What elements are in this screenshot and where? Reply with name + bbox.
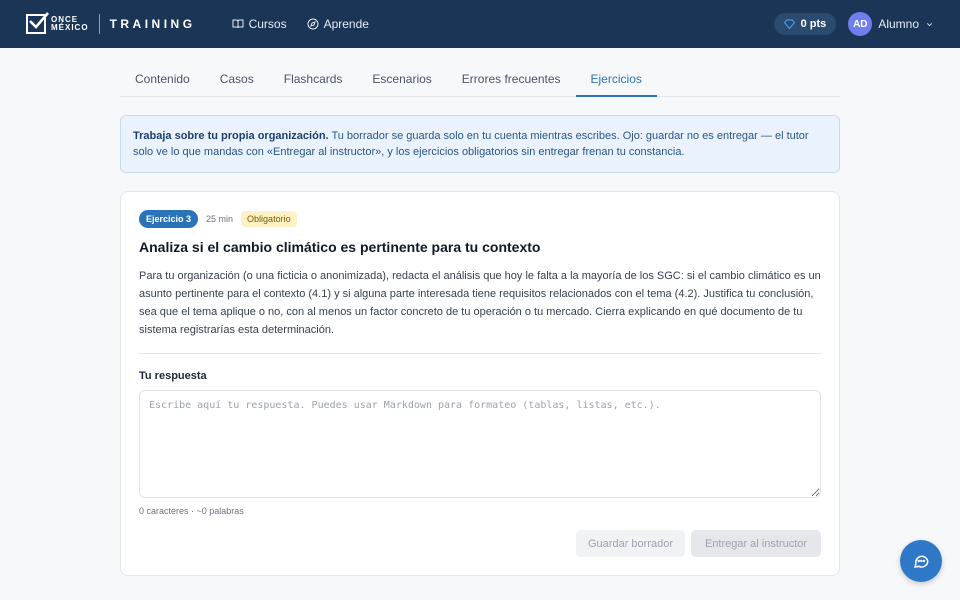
nav-courses-label: Cursos — [248, 17, 287, 31]
info-banner-strong: Trabaja sobre tu propia organización. — [133, 130, 329, 142]
chat-bubble-icon — [913, 555, 929, 568]
tab-errores-frecuentes[interactable]: Errores frecuentes — [447, 62, 576, 96]
tab-casos[interactable]: Casos — [205, 62, 269, 96]
brand-wordmark: ONCE MÉXICO — [51, 16, 89, 32]
check-box-icon — [26, 12, 49, 34]
chat-button[interactable] — [900, 540, 942, 582]
nav-courses[interactable]: Cursos — [232, 17, 287, 31]
exercise-card: Ejercicio 3 25 min Obligatorio Analiza s… — [120, 191, 840, 576]
submit-to-instructor-button[interactable]: Entregar al instructor — [691, 530, 821, 557]
answer-textarea[interactable] — [139, 390, 821, 498]
nav-learn-label: Aprende — [323, 17, 369, 31]
tab-escenarios[interactable]: Escenarios — [357, 62, 446, 96]
tab-flashcards[interactable]: Flashcards — [269, 62, 358, 96]
exercise-meta: Ejercicio 3 25 min Obligatorio — [139, 210, 821, 228]
points-value: 0 pts — [800, 18, 827, 30]
answer-label: Tu respuesta — [139, 370, 207, 382]
book-open-icon — [232, 19, 244, 29]
save-draft-button[interactable]: Guardar borrador — [576, 530, 685, 557]
section-tabs: Contenido Casos Flashcards Escenarios Er… — [120, 62, 840, 97]
brand-word-bottom: MÉXICO — [51, 23, 89, 32]
main-nav: Cursos Aprende — [232, 17, 369, 31]
top-navbar: ONCE MÉXICO TRAINING Cursos Aprende 0 pt… — [0, 0, 960, 48]
user-name: Alumno — [878, 17, 919, 31]
info-banner: Trabaja sobre tu propia organización. Tu… — [120, 115, 840, 173]
answer-counter: 0 caracteres · ~0 palabras — [139, 506, 244, 516]
required-badge: Obligatorio — [241, 211, 297, 227]
brand-logo[interactable]: ONCE MÉXICO TRAINING — [26, 12, 196, 34]
user-menu[interactable]: AD Alumno — [848, 12, 934, 36]
avatar: AD — [848, 12, 873, 36]
exercise-number-badge: Ejercicio 3 — [139, 210, 199, 228]
avatar-initials: AD — [853, 18, 868, 30]
brand-divider — [98, 14, 100, 34]
gem-icon — [783, 19, 795, 29]
exercise-duration: 25 min — [206, 214, 234, 224]
brand-product: TRAINING — [109, 17, 196, 31]
tab-ejercicios[interactable]: Ejercicios — [575, 62, 658, 97]
exercise-description: Para tu organización (o una ficticia o a… — [139, 270, 821, 336]
compass-icon — [307, 18, 319, 30]
divider — [139, 353, 821, 354]
exercise-title: Analiza si el cambio climático es pertin… — [139, 239, 541, 255]
chevron-down-icon — [926, 22, 933, 26]
points-badge[interactable]: 0 pts — [773, 13, 837, 35]
tab-contenido[interactable]: Contenido — [120, 62, 205, 96]
exercise-actions: Guardar borrador Entregar al instructor — [139, 530, 821, 557]
nav-learn[interactable]: Aprende — [307, 17, 369, 31]
main-content: Contenido Casos Flashcards Escenarios Er… — [120, 62, 840, 576]
